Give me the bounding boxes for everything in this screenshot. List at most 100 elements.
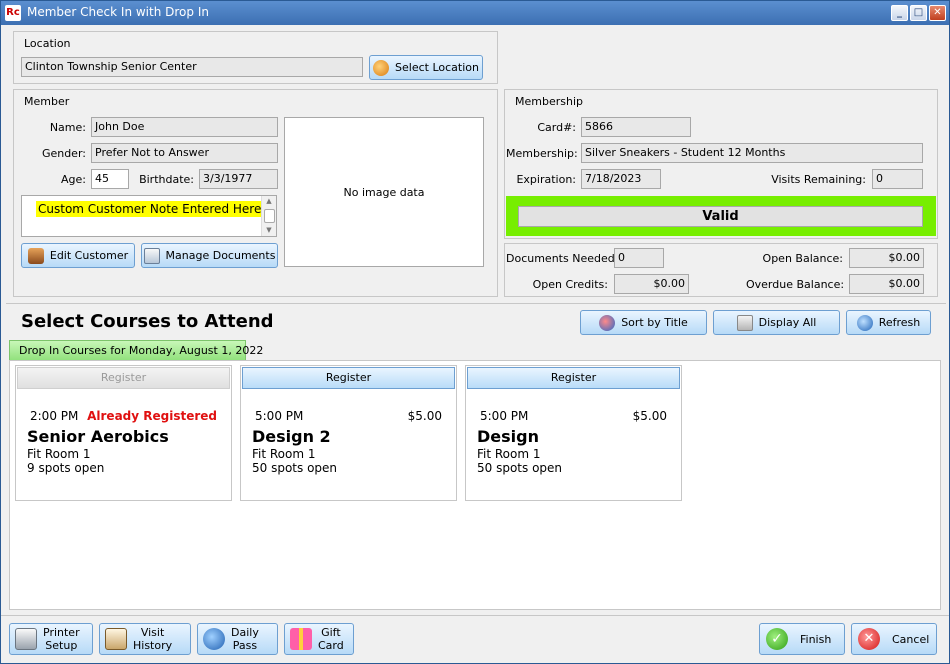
daily-pass-button[interactable]: Daily Pass [197,623,278,655]
daily-pass-line1: Daily [231,626,259,639]
refresh-icon [856,314,873,331]
cancel-icon: ✕ [858,628,880,650]
visit-history-button[interactable]: Visit History [99,623,191,655]
photo-placeholder-text: No image data [343,185,425,199]
course-spots: 50 spots open [477,461,563,475]
gift-card-line2: Card [318,639,344,652]
expiration-field: 7/18/2023 [581,169,661,189]
list-icon [736,314,753,331]
name-field: John Doe [91,117,278,137]
manage-documents-button[interactable]: Manage Documents [141,243,278,268]
member-heading: Member [24,95,70,108]
birthdate-field: 3/3/1977 [199,169,278,189]
printer-setup-line2: Setup [45,639,78,652]
select-location-label: Select Location [395,61,479,74]
register-button[interactable]: Register [242,367,455,389]
course-room: Fit Room 1 [27,447,91,461]
tab-drop-in-courses[interactable]: Drop In Courses for Monday, August 1, 20… [9,340,263,361]
course-card: Register 5:00 PM $5.00 Design Fit Room 1… [465,365,682,501]
membership-label: Membership: [506,147,578,160]
membership-field: Silver Sneakers - Student 12 Months [581,143,923,163]
expiration-label: Expiration: [516,173,576,186]
sort-icon [599,314,616,331]
course-time: 2:00 PM [30,409,79,423]
finish-button[interactable]: ✓ Finish [759,623,845,655]
refresh-button[interactable]: Refresh [846,310,931,335]
gift-card-line1: Gift [321,626,341,639]
scroll-up-icon[interactable]: ▲ [265,197,273,205]
course-time: 5:00 PM [255,409,304,423]
course-spots: 9 spots open [27,461,105,475]
documents-icon [143,247,160,264]
card-label: Card#: [537,121,576,134]
app-icon: Rc [5,5,21,21]
age-field: 45 [91,169,129,189]
course-room: Fit Room 1 [477,447,541,461]
register-button[interactable]: Register [467,367,680,389]
finish-label: Finish [800,632,832,646]
manage-documents-label: Manage Documents [165,249,276,262]
visit-history-line1: Visit [140,626,165,639]
course-price: $5.00 [407,409,442,423]
open-credits-label: Open Credits: [532,278,608,291]
maximize-button[interactable]: □ [910,5,927,21]
sort-by-title-label: Sort by Title [621,316,688,329]
course-card: Register 5:00 PM $5.00 Design 2 Fit Room… [240,365,457,501]
courses-heading: Select Courses to Attend [21,311,274,332]
open-balance-label: Open Balance: [762,252,843,265]
visits-field: 0 [872,169,923,189]
age-label: Age: [61,173,86,186]
minimize-button[interactable]: _ [891,5,908,21]
course-name: Design 2 [252,427,331,446]
scroll-thumb[interactable] [264,209,275,223]
visit-history-line2: History [133,639,173,652]
member-photo: No image data [284,117,484,267]
note-scrollbar[interactable]: ▲ ▼ [261,196,276,236]
location-icon [373,59,390,76]
printer-setup-line1: Printer [43,626,80,639]
check-icon: ✓ [766,628,788,650]
sort-by-title-button[interactable]: Sort by Title [580,310,707,335]
refresh-label: Refresh [878,316,921,329]
course-spots: 50 spots open [252,461,338,475]
course-name: Design [477,427,539,446]
gift-icon [290,628,312,650]
daily-pass-line2: Pass [232,639,258,652]
edit-customer-button[interactable]: Edit Customer [21,243,135,268]
display-all-label: Display All [758,316,817,329]
membership-status-band: Valid [506,196,936,236]
history-icon [105,628,127,650]
name-label: Name: [49,121,86,134]
register-button[interactable]: Register [17,367,230,389]
location-field: Clinton Township Senior Center [21,57,363,77]
close-button[interactable]: ✕ [929,5,946,21]
open-balance-field: $0.00 [849,248,924,268]
gift-card-button[interactable]: Gift Card [284,623,354,655]
person-icon [27,247,44,264]
location-heading: Location [24,37,71,50]
birthdate-label: Birthdate: [139,173,194,186]
walking-person-icon [203,628,225,650]
overdue-balance-label: Overdue Balance: [746,278,845,291]
title-bar: Rc Member Check In with Drop In _ □ ✕ [1,1,949,25]
visits-label: Visits Remaining: [771,173,866,186]
window-title: Member Check In with Drop In [27,5,209,19]
scroll-down-icon[interactable]: ▼ [265,226,273,234]
registration-status: Already Registered [87,409,217,423]
course-name: Senior Aerobics [27,427,169,446]
customer-note-text: Custom Customer Note Entered Here [36,201,264,217]
documents-needed-label: Documents Needed: [506,252,619,265]
open-credits-field: $0.00 [614,274,689,294]
select-location-button[interactable]: Select Location [369,55,483,80]
printer-setup-button[interactable]: Printer Setup [9,623,93,655]
card-field: 5866 [581,117,691,137]
display-all-button[interactable]: Display All [713,310,840,335]
printer-icon [15,628,37,650]
check-in-window: Rc Member Check In with Drop In _ □ ✕ Lo… [0,0,950,664]
customer-note[interactable]: Custom Customer Note Entered Here ▲ ▼ [21,195,277,237]
membership-heading: Membership [515,95,583,108]
membership-status: Valid [518,206,923,227]
overdue-balance-field: $0.00 [849,274,924,294]
edit-customer-label: Edit Customer [49,249,129,262]
cancel-button[interactable]: ✕ Cancel [851,623,937,655]
